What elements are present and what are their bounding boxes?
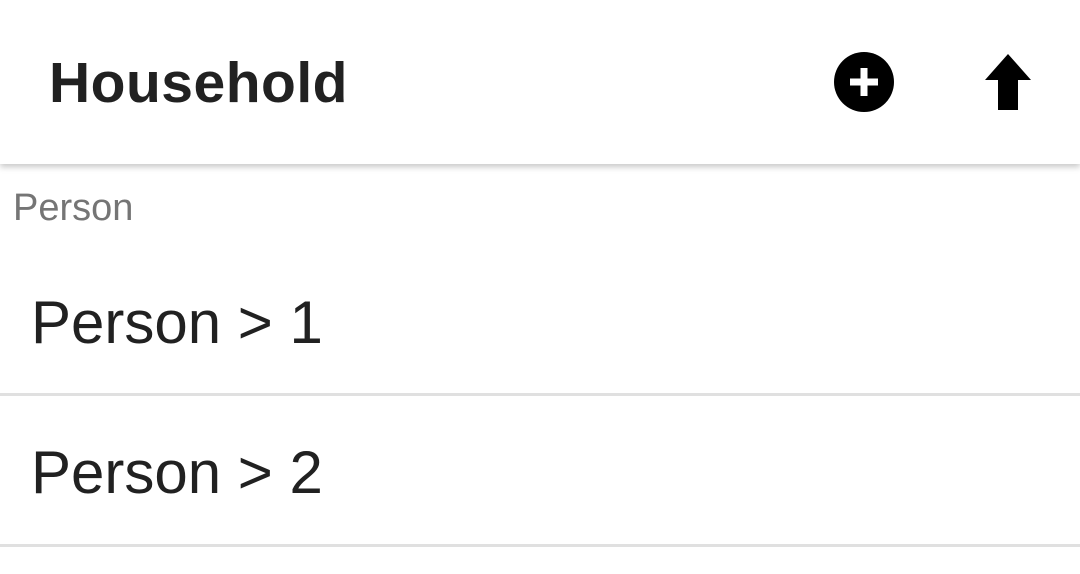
upload-arrow-icon (985, 54, 1031, 110)
content-area: Person Person > 1 Person > 2 (0, 164, 1080, 574)
page-title: Household (49, 51, 348, 115)
add-circle-icon (834, 52, 894, 112)
list-item[interactable]: Person > 2 (0, 396, 1080, 547)
list-item-label: Person > 2 (31, 439, 323, 506)
section-header-person: Person (13, 187, 134, 229)
add-button[interactable] (828, 46, 900, 118)
upload-button[interactable] (972, 46, 1044, 118)
app-screen: Household Person Person > 1 Person > 2 (0, 0, 1080, 574)
top-app-bar: Household (0, 0, 1080, 164)
list-item[interactable]: Person > 1 (0, 246, 1080, 396)
list-item-label: Person > 1 (31, 289, 323, 356)
